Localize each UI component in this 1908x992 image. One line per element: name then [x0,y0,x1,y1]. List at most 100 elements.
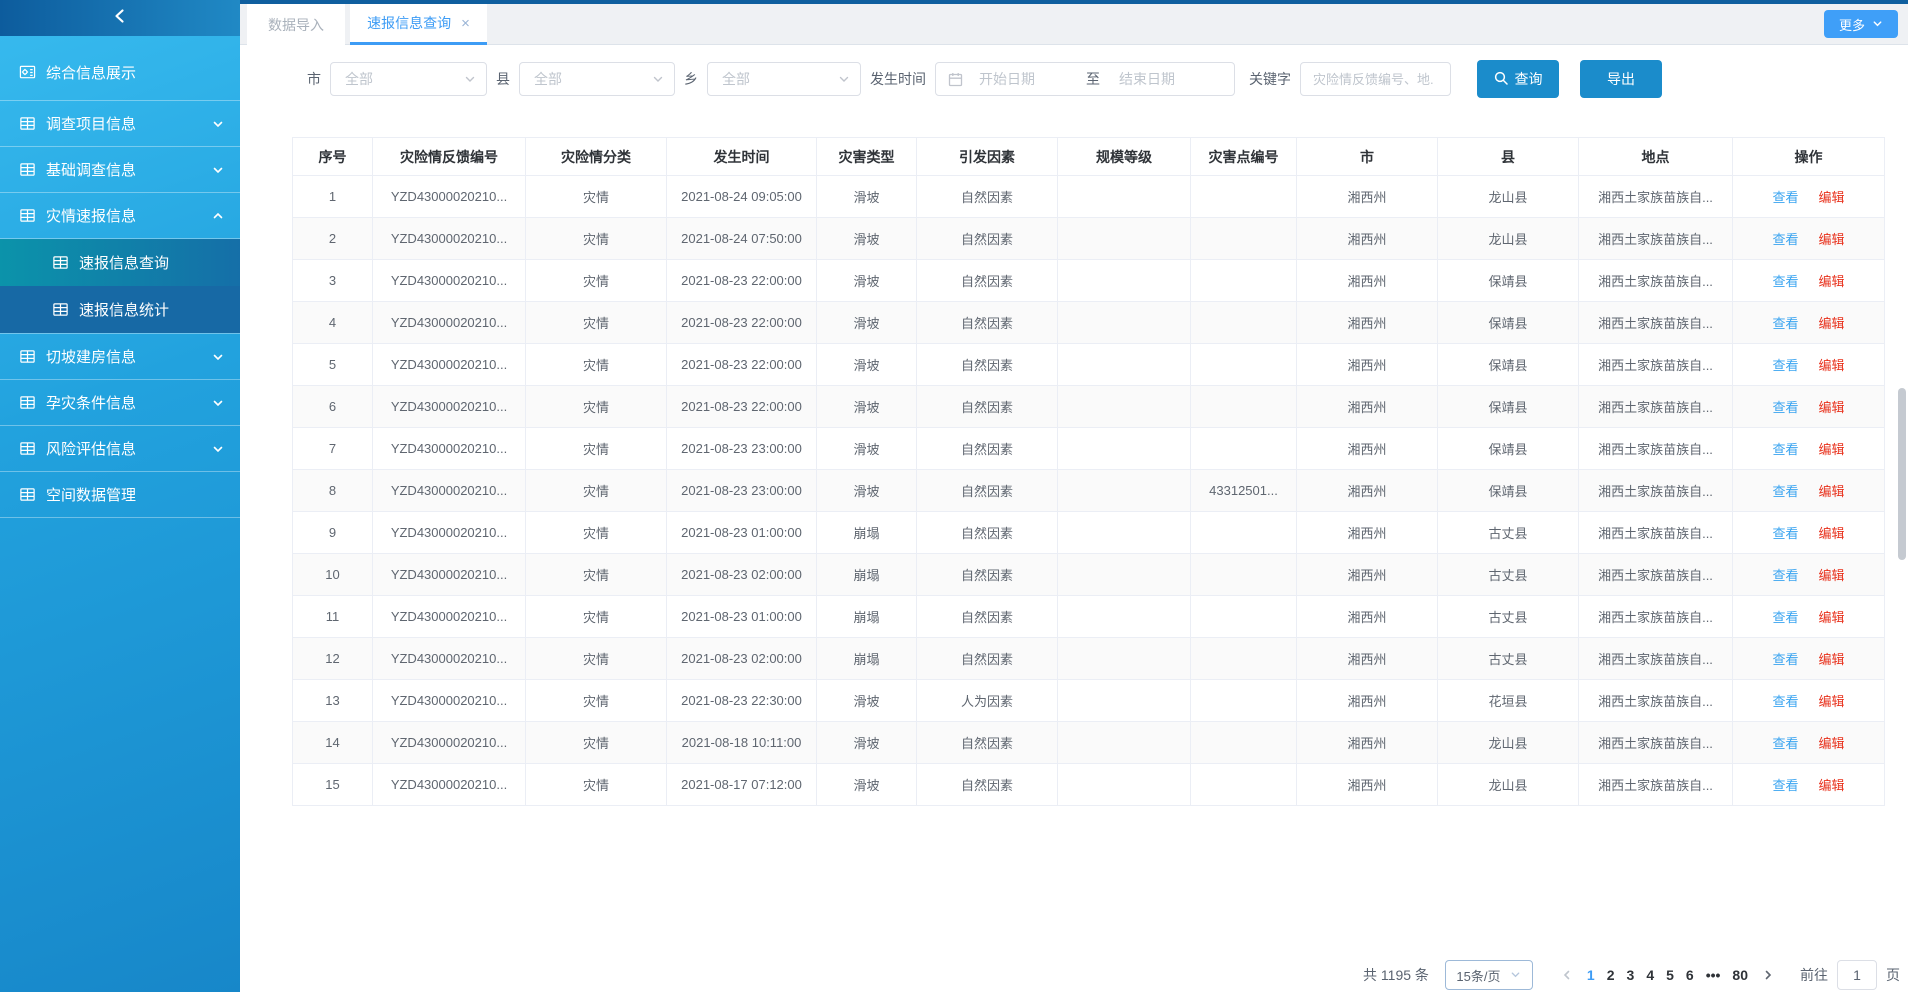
cell-scale [1058,428,1191,470]
sidebar-subitem[interactable]: 速报信息统计 [0,286,240,333]
sidebar-item[interactable]: 基础调查信息 [0,147,240,193]
table-row: 3YZD43000020210...灾情2021-08-23 22:00:00滑… [293,260,1885,302]
edit-link[interactable]: 编辑 [1819,778,1845,793]
view-link[interactable]: 查看 [1772,274,1798,289]
page-number[interactable]: 1 [1587,967,1595,983]
town-select[interactable]: 全部 [707,62,861,96]
view-link[interactable]: 查看 [1772,736,1798,751]
sidebar-item[interactable]: 孕灾条件信息 [0,380,240,426]
view-link[interactable]: 查看 [1772,568,1798,583]
sidebar-item[interactable]: 综合信息展示 [0,45,240,101]
sidebar-item[interactable]: 灾情速报信息 [0,193,240,239]
view-link[interactable]: 查看 [1772,316,1798,331]
page-size-select[interactable]: 15条/页 [1445,960,1533,990]
county-select[interactable]: 全部 [519,62,675,96]
cell-code: YZD43000020210... [373,554,526,596]
more-button[interactable]: 更多 [1824,10,1898,38]
table-icon [52,301,69,318]
tab-report-query[interactable]: 速报信息查询 × [350,4,487,45]
cell-county: 龙山县 [1438,722,1579,764]
edit-link[interactable]: 编辑 [1819,358,1845,373]
page-number[interactable]: 80 [1732,967,1748,983]
cell-scale [1058,512,1191,554]
sidebar-subitem[interactable]: 速报信息查询 [0,239,240,286]
search-button[interactable]: 查询 [1477,60,1559,98]
sidebar-collapse-button[interactable] [0,0,240,36]
edit-link[interactable]: 编辑 [1819,190,1845,205]
edit-link[interactable]: 编辑 [1819,694,1845,709]
edit-link[interactable]: 编辑 [1819,526,1845,541]
chevron-down-icon [1872,17,1883,32]
view-link[interactable]: 查看 [1772,484,1798,499]
sidebar-submenu: 速报信息查询速报信息统计 [0,239,240,334]
chevron-left-icon [111,7,129,30]
edit-link[interactable]: 编辑 [1819,232,1845,247]
sidebar-item[interactable]: 切坡建房信息 [0,334,240,380]
table-row: 4YZD43000020210...灾情2021-08-23 22:00:00滑… [293,302,1885,344]
edit-link[interactable]: 编辑 [1819,610,1845,625]
page-ellipsis[interactable]: ••• [1706,967,1721,983]
main-content: 数据导入 速报信息查询 × 更多 市 全部 县 全部 [240,0,1908,992]
table-row: 14YZD43000020210...灾情2021-08-18 10:11:00… [293,722,1885,764]
cell-county: 龙山县 [1438,218,1579,260]
city-select[interactable]: 全部 [330,62,487,96]
cell-cls: 灾情 [526,470,667,512]
view-link[interactable]: 查看 [1772,610,1798,625]
cell-point [1191,722,1297,764]
goto-page-input[interactable] [1837,960,1877,990]
page-number[interactable]: 3 [1627,967,1635,983]
view-link[interactable]: 查看 [1772,400,1798,415]
edit-link[interactable]: 编辑 [1819,400,1845,415]
chevron-down-icon [652,73,664,85]
edit-link[interactable]: 编辑 [1819,568,1845,583]
cell-time: 2021-08-23 01:00:00 [667,512,817,554]
sidebar-item[interactable]: 风险评估信息 [0,426,240,472]
cell-scale [1058,302,1191,344]
edit-link[interactable]: 编辑 [1819,736,1845,751]
edit-link[interactable]: 编辑 [1819,484,1845,499]
page-number[interactable]: 4 [1646,967,1654,983]
tab-data-import[interactable]: 数据导入 [247,4,345,45]
view-link[interactable]: 查看 [1772,358,1798,373]
page-number[interactable]: 5 [1666,967,1674,983]
edit-link[interactable]: 编辑 [1819,316,1845,331]
edit-link[interactable]: 编辑 [1819,652,1845,667]
cell-no: 8 [293,470,373,512]
scrollbar[interactable] [1898,388,1906,560]
view-link[interactable]: 查看 [1772,232,1798,247]
view-link[interactable]: 查看 [1772,526,1798,541]
sidebar-subitem-label: 速报信息统计 [79,299,169,320]
view-link[interactable]: 查看 [1772,694,1798,709]
view-link[interactable]: 查看 [1772,190,1798,205]
view-link[interactable]: 查看 [1772,442,1798,457]
keyword-input[interactable] [1300,62,1451,96]
sidebar-item[interactable]: 调查项目信息 [0,101,240,147]
close-icon[interactable]: × [461,16,470,31]
sidebar-item[interactable]: 空间数据管理 [0,472,240,518]
chevron-down-icon [1510,968,1521,983]
view-link[interactable]: 查看 [1772,652,1798,667]
keyword-label: 关键字 [1249,69,1291,89]
cell-county: 保靖县 [1438,344,1579,386]
page-number[interactable]: 2 [1607,967,1615,983]
edit-link[interactable]: 编辑 [1819,274,1845,289]
next-page-icon[interactable] [1754,969,1782,981]
cell-actions: 查看 编辑 [1733,638,1885,680]
county-select-value: 全部 [534,69,562,89]
export-button[interactable]: 导出 [1580,60,1662,98]
page-number[interactable]: 6 [1686,967,1694,983]
cell-no: 13 [293,680,373,722]
cell-code: YZD43000020210... [373,722,526,764]
date-range-picker[interactable]: 开始日期 至 结束日期 [935,62,1235,96]
cell-point [1191,596,1297,638]
view-link[interactable]: 查看 [1772,778,1798,793]
cell-point [1191,344,1297,386]
cell-actions: 查看 编辑 [1733,722,1885,764]
edit-link[interactable]: 编辑 [1819,442,1845,457]
cell-factor: 自然因素 [917,638,1058,680]
prev-page-icon[interactable] [1553,969,1581,981]
cell-scale [1058,176,1191,218]
cell-code: YZD43000020210... [373,764,526,806]
column-header: 市 [1297,138,1438,176]
report-table: 序号灾险情反馈编号灾险情分类发生时间灾害类型引发因素规模等级灾害点编号市县地点操… [292,137,1885,806]
